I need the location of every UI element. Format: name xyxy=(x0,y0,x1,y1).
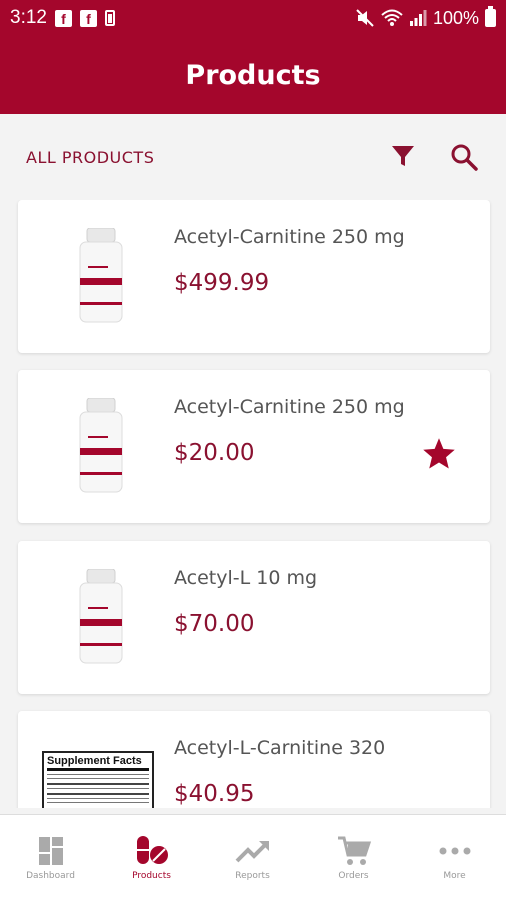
nav-orders[interactable]: Orders xyxy=(303,815,404,900)
bottom-navigation: Dashboard Products Reports Orders More xyxy=(0,814,506,900)
nav-label: More xyxy=(443,871,466,881)
more-icon xyxy=(439,847,470,855)
facebook-icon: f xyxy=(54,9,72,27)
dashboard-icon xyxy=(38,837,63,865)
wifi-icon xyxy=(381,9,403,26)
product-name: Acetyl-L 10 mg xyxy=(174,567,318,589)
signal-icon xyxy=(409,10,427,26)
product-card[interactable]: Acetyl-L 10 mg $70.00 xyxy=(18,541,490,694)
divider xyxy=(47,802,149,803)
cart-icon xyxy=(337,836,371,865)
battery-icon xyxy=(485,6,496,27)
nav-label: Dashboard xyxy=(26,871,75,881)
product-card[interactable]: Supplement Facts Acetyl-L-Carnitine 320 … xyxy=(18,711,490,808)
page-title: Products xyxy=(185,59,321,91)
product-name: Acetyl-L-Carnitine 320 xyxy=(174,737,386,759)
nav-label: Orders xyxy=(338,871,369,881)
category-label[interactable]: ALL PRODUCTS xyxy=(26,148,154,167)
status-time: 3:12 xyxy=(10,7,47,28)
status-bar: 3:12 f f 100% xyxy=(0,0,506,36)
product-card[interactable]: Acetyl-Carnitine 250 mg $499.99 xyxy=(18,200,490,353)
filter-icon[interactable] xyxy=(390,143,416,169)
nav-label: Products xyxy=(132,871,171,881)
pills-icon xyxy=(136,836,168,864)
product-card[interactable]: Acetyl-Carnitine 250 mg $20.00 xyxy=(18,370,490,523)
divider xyxy=(47,793,149,795)
divider xyxy=(47,798,149,799)
nav-dashboard[interactable]: Dashboard xyxy=(0,815,101,900)
app-bar: Products xyxy=(0,36,506,114)
product-name: Acetyl-Carnitine 250 mg xyxy=(174,226,405,248)
favorite-star-icon[interactable] xyxy=(421,436,457,472)
product-bottle-image xyxy=(79,228,123,323)
nav-reports[interactable]: Reports xyxy=(202,815,303,900)
product-price: $70.00 xyxy=(174,611,255,637)
product-price: $20.00 xyxy=(174,440,255,466)
battery-percent: 100% xyxy=(432,7,479,28)
divider xyxy=(47,788,149,789)
divider xyxy=(47,778,149,779)
filter-bar: ALL PRODUCTS xyxy=(0,114,506,200)
battery-saver-icon xyxy=(104,10,115,26)
supplement-facts-image: Supplement Facts xyxy=(42,751,154,808)
divider xyxy=(47,774,149,775)
mute-icon xyxy=(356,9,374,27)
nav-label: Reports xyxy=(235,871,270,881)
facebook-icon: f xyxy=(79,9,97,27)
product-bottle-image xyxy=(79,569,123,664)
product-list[interactable]: Acetyl-Carnitine 250 mg $499.99 Acetyl-C… xyxy=(0,200,506,808)
nav-products[interactable]: Products xyxy=(101,815,202,900)
product-price: $499.99 xyxy=(174,270,270,296)
product-price: $40.95 xyxy=(174,781,255,807)
supplement-facts-title: Supplement Facts xyxy=(47,755,149,771)
divider xyxy=(47,783,149,785)
product-name: Acetyl-Carnitine 250 mg xyxy=(174,396,405,418)
nav-more[interactable]: More xyxy=(404,815,505,900)
search-icon[interactable] xyxy=(450,143,478,171)
product-bottle-image xyxy=(79,398,123,493)
trending-icon xyxy=(235,841,269,863)
